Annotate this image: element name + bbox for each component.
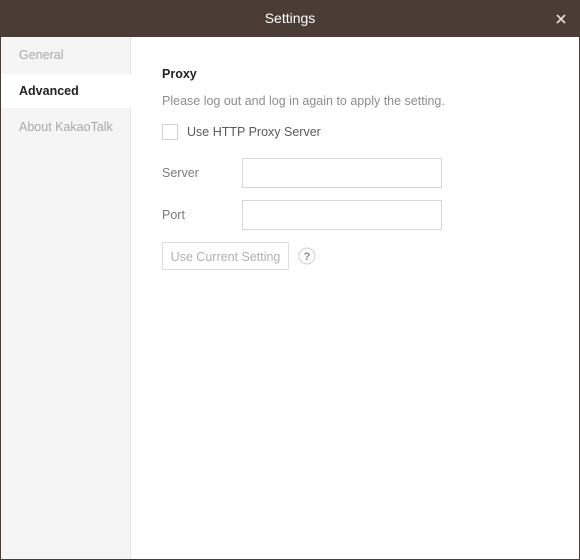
sidebar-item-advanced[interactable]: Advanced — [1, 74, 132, 108]
proxy-section-title: Proxy — [162, 67, 197, 81]
settings-sidebar: General Advanced About KakaoTalk — [1, 37, 132, 559]
close-icon[interactable] — [551, 9, 571, 29]
question-mark-icon[interactable]: ? — [298, 247, 316, 265]
window-title: Settings — [264, 10, 316, 26]
sidebar-item-about-kakaotalk[interactable]: About KakaoTalk — [1, 110, 131, 144]
server-input[interactable] — [242, 158, 442, 188]
use-http-proxy-checkbox[interactable] — [162, 124, 178, 140]
port-input[interactable] — [242, 200, 442, 230]
sidebar-item-general[interactable]: General — [1, 38, 131, 72]
relogin-notice: Please log out and log in again to apply… — [162, 94, 445, 108]
advanced-settings-panel: Proxy Please log out and log in again to… — [131, 37, 579, 559]
title-bar: Settings — [1, 0, 579, 37]
use-current-setting-button[interactable]: Use Current Setting — [162, 242, 289, 270]
use-http-proxy-label: Use HTTP Proxy Server — [187, 125, 321, 139]
server-label: Server — [162, 166, 199, 180]
svg-text:?: ? — [304, 251, 311, 263]
port-label: Port — [162, 208, 185, 222]
settings-window: Settings General Advanced About KakaoTal… — [0, 0, 580, 560]
